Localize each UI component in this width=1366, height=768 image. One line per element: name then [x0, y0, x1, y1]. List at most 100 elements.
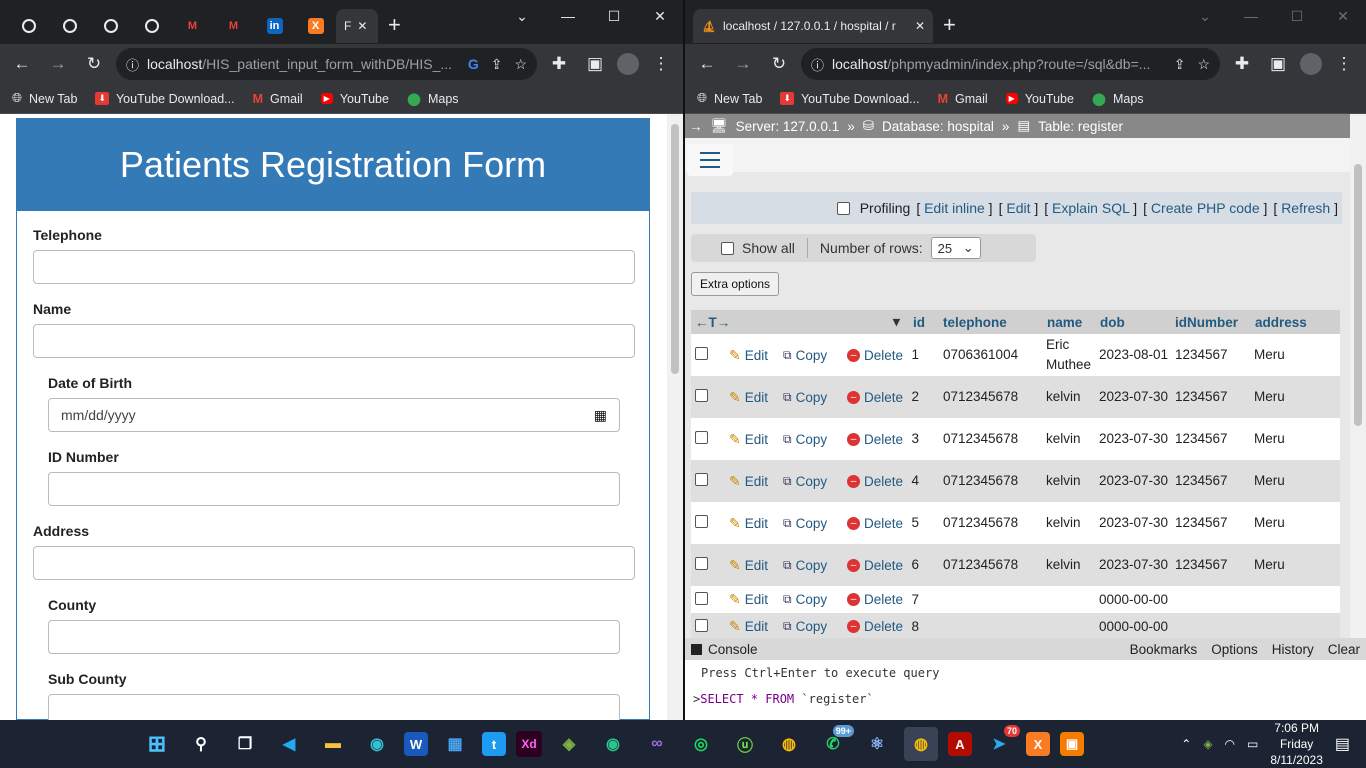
- row-checkbox[interactable]: [695, 389, 708, 402]
- cell-telephone[interactable]: 0706361004: [943, 345, 1018, 365]
- breadcrumb-server[interactable]: Server: 127.0.0.1: [736, 119, 840, 134]
- copy-row-button[interactable]: ⧉ Copy: [783, 432, 827, 447]
- column-resize-arrows-icon[interactable]: ←T→: [695, 315, 730, 330]
- console-bookmarks[interactable]: Bookmarks: [1130, 642, 1198, 657]
- number-of-rows-select[interactable]: 25 ⌄: [930, 237, 981, 259]
- delete-row-button[interactable]: – Delete: [847, 619, 903, 634]
- cell-idnumber[interactable]: 1234567: [1175, 555, 1228, 575]
- tab-8[interactable]: X: [295, 9, 336, 43]
- header-name[interactable]: name: [1047, 315, 1082, 330]
- row-checkbox[interactable]: [695, 473, 708, 486]
- avatar[interactable]: [1300, 53, 1322, 75]
- cell-id[interactable]: 4: [899, 471, 919, 491]
- county-input[interactable]: [48, 620, 620, 654]
- store-icon[interactable]: ▦: [438, 727, 472, 761]
- info-icon[interactable]: ⓘ: [811, 55, 824, 74]
- edit-row-button[interactable]: ✎ Edit: [729, 515, 768, 532]
- cell-name[interactable]: Eric Muthee: [1046, 335, 1096, 375]
- row-checkbox[interactable]: [695, 347, 708, 360]
- windows-start-icon[interactable]: ⊞: [140, 727, 174, 761]
- close-icon[interactable]: ✕: [357, 19, 367, 33]
- app-icon[interactable]: ◈: [552, 727, 586, 761]
- copy-row-button[interactable]: ⧉ Copy: [783, 474, 827, 489]
- calendar-icon[interactable]: ▦: [594, 407, 607, 424]
- tab-phpmyadmin[interactable]: ⛵︎ localhost / 127.0.0.1 / hospital / r …: [693, 9, 933, 43]
- cell-dob[interactable]: 2023-07-30: [1099, 555, 1168, 575]
- edge-dev-icon[interactable]: ◉: [596, 727, 630, 761]
- tab-3[interactable]: [90, 9, 131, 43]
- header-dob[interactable]: dob: [1100, 315, 1125, 330]
- task-view-icon[interactable]: ❐: [228, 727, 262, 761]
- bookmark-youtube-download[interactable]: ⬇ YouTube Download...: [780, 92, 920, 106]
- bookmark-gmail[interactable]: M Gmail: [253, 92, 303, 106]
- cell-id[interactable]: 8: [899, 617, 919, 637]
- cell-idnumber[interactable]: 1234567: [1175, 345, 1228, 365]
- visual-studio-icon[interactable]: ∞: [640, 727, 674, 761]
- cell-name[interactable]: kelvin: [1046, 555, 1096, 575]
- cell-id[interactable]: 1: [899, 345, 919, 365]
- bookmark-star-icon[interactable]: ☆: [1197, 56, 1210, 73]
- whatsapp-icon[interactable]: ✆ 99+: [816, 725, 854, 761]
- bookmark-new-tab[interactable]: 🌐︎ New Tab: [12, 91, 77, 106]
- cell-id[interactable]: 5: [899, 513, 919, 533]
- breadcrumb-table[interactable]: Table: register: [1038, 119, 1123, 134]
- row-checkbox[interactable]: [695, 618, 708, 632]
- cell-name[interactable]: kelvin: [1046, 387, 1096, 407]
- create-php-code-link[interactable]: Create PHP code: [1151, 200, 1260, 216]
- forward-icon[interactable]: →: [44, 50, 72, 78]
- console-clear[interactable]: Clear: [1328, 642, 1360, 657]
- new-tab-button[interactable]: +: [943, 12, 956, 38]
- chevron-up-icon[interactable]: ⌃: [1181, 737, 1191, 751]
- upwork-icon[interactable]: ⓤ: [728, 727, 762, 761]
- edge-icon[interactable]: ◉: [360, 727, 394, 761]
- refresh-link[interactable]: Refresh: [1281, 200, 1330, 216]
- sort-triangle-icon[interactable]: ▾: [893, 314, 900, 330]
- spotify-icon[interactable]: ◎: [684, 727, 718, 761]
- cell-name[interactable]: kelvin: [1046, 513, 1096, 533]
- edit-row-button[interactable]: ✎ Edit: [729, 389, 768, 406]
- copy-row-button[interactable]: ⧉ Copy: [783, 558, 827, 573]
- hamburger-menu-icon[interactable]: [687, 144, 733, 176]
- cell-telephone[interactable]: 0712345678: [943, 429, 1018, 449]
- cell-address[interactable]: Meru: [1254, 471, 1285, 491]
- edit-row-button[interactable]: ✎ Edit: [729, 431, 768, 448]
- header-id[interactable]: id: [913, 315, 925, 330]
- edit-link[interactable]: Edit: [1006, 200, 1030, 216]
- acrobat-icon[interactable]: A: [948, 732, 972, 756]
- bookmark-youtube[interactable]: ▶ YouTube: [1005, 92, 1074, 106]
- cell-telephone[interactable]: 0712345678: [943, 555, 1018, 575]
- bookmark-gmail[interactable]: M Gmail: [938, 92, 988, 106]
- row-checkbox[interactable]: [695, 591, 708, 605]
- console-title[interactable]: Console: [708, 642, 758, 657]
- file-explorer-icon[interactable]: ▬: [316, 727, 350, 761]
- cell-address[interactable]: Meru: [1254, 345, 1285, 365]
- chevron-down-icon[interactable]: ⌄: [1182, 0, 1228, 32]
- address-bar[interactable]: ⓘ localhost/HIS_patient_input_form_withD…: [116, 48, 537, 80]
- share-icon[interactable]: ⇪: [491, 56, 503, 73]
- maximize-button[interactable]: ☐: [591, 0, 637, 32]
- address-bar[interactable]: ⓘ localhost/phpmyadmin/index.php?route=/…: [801, 48, 1220, 80]
- search-icon[interactable]: ⚲: [184, 727, 218, 761]
- side-panel-icon[interactable]: ▣: [1264, 50, 1292, 78]
- back-icon[interactable]: ←: [693, 50, 721, 78]
- app-orange-icon[interactable]: ▣: [1060, 732, 1084, 756]
- header-address[interactable]: address: [1255, 315, 1307, 330]
- header-telephone[interactable]: telephone: [943, 315, 1007, 330]
- chrome-active-icon[interactable]: ◍: [904, 727, 938, 761]
- maximize-button[interactable]: ☐: [1274, 0, 1320, 32]
- tab-2[interactable]: [49, 9, 90, 43]
- scrollbar-thumb[interactable]: [1354, 164, 1362, 426]
- cell-dob[interactable]: 2023-08-01: [1099, 345, 1168, 365]
- minimize-button[interactable]: —: [545, 0, 591, 32]
- console-history[interactable]: History: [1272, 642, 1314, 657]
- chrome-icon[interactable]: ◍: [772, 727, 806, 761]
- side-panel-icon[interactable]: ▣: [581, 50, 609, 78]
- info-icon[interactable]: ⓘ: [126, 55, 139, 74]
- delete-row-button[interactable]: – Delete: [847, 390, 903, 405]
- row-checkbox[interactable]: [695, 515, 708, 528]
- cell-idnumber[interactable]: 1234567: [1175, 513, 1228, 533]
- tab-1[interactable]: [8, 9, 49, 43]
- collapse-arrow-icon[interactable]: →: [689, 119, 703, 134]
- cell-telephone[interactable]: 0712345678: [943, 513, 1018, 533]
- cell-id[interactable]: 2: [899, 387, 919, 407]
